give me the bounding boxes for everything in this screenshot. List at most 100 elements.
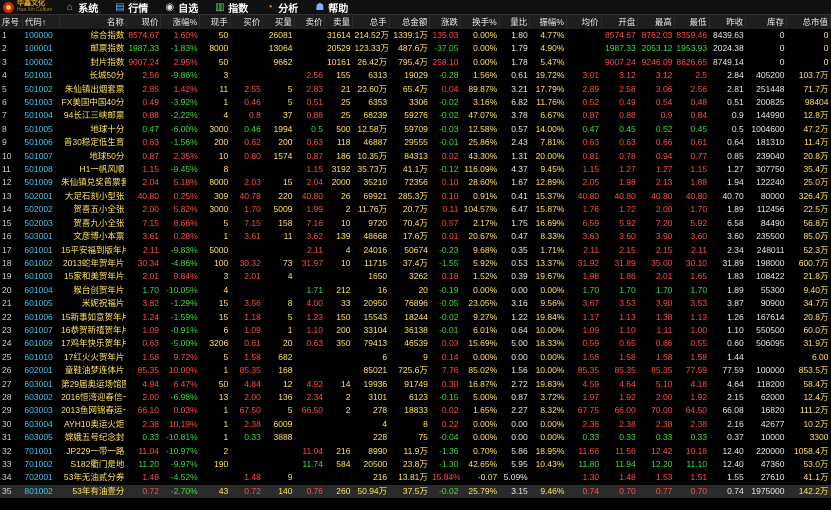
table-row[interactable]: 1 100000 综合指数 8574.67 1.60% 50 26081 31614 214.5… <box>0 29 831 42</box>
column-header[interactable]: 涨跌 <box>429 15 461 29</box>
column-header[interactable]: 开盘 <box>601 15 639 29</box>
table-row[interactable]: 12 501009 朱仙镇兑奖普票套 2.04 5.18% 8000 2.03 15 2.04 2… <box>0 176 831 189</box>
table-row[interactable]: 18 601002 2013蛇年贺年片 30.34 -4.86% 100 30.32 73 31… <box>0 257 831 270</box>
column-header[interactable]: 最高 <box>637 15 675 29</box>
column-header[interactable]: 买量 <box>262 15 295 29</box>
table-cell: 6 <box>223 324 229 335</box>
table-row[interactable]: 20 601004 猴台创贺年片 1.70 -10.05% 4 1.71 212 16 20 -0.… <box>0 284 831 297</box>
table-row[interactable]: 13 502001 大足石刻小型张 40.80 0.25% 309 40.78 220 40.8… <box>0 190 831 203</box>
table-row[interactable]: 19 601003 15家和美贺年片 2.01 9.84% 3 2.01 4 1650 3262 0… <box>0 270 831 283</box>
column-header[interactable]: 代码↑ <box>22 15 60 29</box>
menu-index[interactable]: ▥ 指数 <box>206 0 256 15</box>
table-row[interactable]: 29 603003 2013鱼网锦春运卡 66.10 0.03% 1 67.50 5 66.50… <box>0 404 831 417</box>
table-row[interactable]: 27 603001 第29届奥运场馆图 4.94 6.47% 50 4.84 12 4.92 14… <box>0 378 831 391</box>
table-cell: 1987.33 <box>605 43 636 54</box>
table-cell: 3.60 <box>727 231 744 242</box>
menu-analysis[interactable]: ◔ 分析 <box>256 0 306 15</box>
menu-system[interactable]: ⌂ 系统 <box>56 0 106 15</box>
table-cell: 42.65% <box>468 459 498 469</box>
table-row[interactable]: 14 502002 贺喜五小全张 2.00 5.82% 3000 1.70 5009 1.99 2… <box>0 203 831 216</box>
table-cell: 89.87% <box>468 83 498 94</box>
table-cell: 1058.4万 <box>794 445 829 456</box>
table-row[interactable]: 30 603004 AYH10奥运火炬 2.38 10.19% 1 2.38 6009 4 8 0.… <box>0 418 831 431</box>
table-row[interactable]: 3 100002 封片指数 9007.24 2.95% 50 9662 10161 26.42万… <box>0 56 831 69</box>
table-cell: 2.15 <box>655 244 673 255</box>
table-row[interactable]: 32 701001 JP229一带一路 11.04 -10.97% 2 11.04 216 89… <box>0 445 831 458</box>
table-row[interactable]: 21 601005 米妮祝福片 3.82 -1.29% 15 3.56 8 4.00 33 2095… <box>0 297 831 310</box>
table-row[interactable]: 26 602001 童鞋油梦连体片 85.35 10.00% 1 85.35 168 85021… <box>0 364 831 377</box>
column-header[interactable]: 总金额 <box>389 15 431 29</box>
column-header[interactable]: 昨收 <box>709 15 747 29</box>
column-header[interactable]: 量比 <box>499 15 531 29</box>
table-cell: 25 <box>341 110 351 121</box>
column-header[interactable]: 换手% <box>460 15 500 29</box>
table-cell: 0.41 <box>511 190 528 201</box>
table-cell: 4 <box>223 284 229 295</box>
table-cell: 603004 <box>24 418 53 429</box>
menu-help[interactable]: ☗ 帮助 <box>306 0 356 15</box>
table-row[interactable]: 22 601006 15新事如意贺年片 1.24 -1.59% 15 1.18 5 1.23 15… <box>0 311 831 324</box>
table-cell: 2024.38 <box>712 43 744 54</box>
column-header[interactable]: 库存 <box>745 15 787 29</box>
table-row[interactable]: 2 100001 邮票指数 1987.33 -1.83% 8000 13064 20529 12… <box>0 42 831 55</box>
table-cell <box>294 56 325 69</box>
table-row[interactable]: 5 501002 朱仙镇出烟套票 2.85 1.42% 11 2.55 5 2.83 21 22.6… <box>0 83 831 96</box>
table-row[interactable]: 15 502003 贺喜九小全张 7.15 8.66% 5 7.15 158 7.16 10 972… <box>0 217 831 230</box>
table-cell: 3 <box>2 56 7 67</box>
table-cell: 5.86 <box>511 445 528 456</box>
table-cell: 26.42万 <box>357 56 388 67</box>
column-header[interactable]: 总市值 <box>786 15 831 29</box>
column-header[interactable]: 总手 <box>352 15 390 29</box>
table-cell: -0.02 <box>439 311 459 322</box>
table-row[interactable]: 25 601010 17红火火贺年片 1.58 9.72% 5 1.58 682 6 9 0.14 0… <box>0 351 831 364</box>
table-cell <box>325 431 353 444</box>
table-row[interactable]: 10 501007 地球50分 0.87 2.35% 10 0.80 1574 0.87 186 1… <box>0 150 831 163</box>
menu-market[interactable]: ▤ 行情 <box>106 0 156 15</box>
menu-favorites[interactable]: ◉ 自选 <box>156 0 206 15</box>
table-cell: 1574 <box>273 150 293 161</box>
table-cell: 18244 <box>404 311 428 322</box>
table-row[interactable]: 6 501003 FX美国中国40分 0.49 -3.92% 1 0.46 5 0.51 25 63… <box>0 96 831 109</box>
table-row[interactable]: 28 603002 2016恒湾迎春信卡 2.00 -6.98% 13 2.00 136 2.3… <box>0 391 831 404</box>
column-header[interactable]: 买价 <box>230 15 264 29</box>
table-cell: 17鸡年快乐贺年片 <box>61 338 127 349</box>
table-cell: 2.38 <box>619 418 636 429</box>
table-row[interactable]: 9 501006 普30稳定低生育 0.63 -1.56% 200 0.62 200 0.63 1… <box>0 136 831 149</box>
analysis-icon: ◔ <box>266 1 273 13</box>
table-cell: 25.0万 <box>803 177 829 188</box>
table-cell: 94长江三峡邮票 <box>63 110 125 121</box>
table-row[interactable]: 31 603005 嫦娥五号纪念封 0.33 -10.81% 1 0.33 3888 228 75… <box>0 431 831 444</box>
column-header[interactable]: 均价 <box>566 15 602 29</box>
column-header[interactable]: 现价 <box>126 15 162 29</box>
table-cell: 85.35 <box>137 365 159 376</box>
table-cell: 0.51 <box>306 97 323 108</box>
table-cell: 3.78 <box>511 110 528 121</box>
table-row[interactable]: 17 601001 15平安福到版年片 2.11 -9.83% 5000 2.11 4 2401… <box>0 244 831 257</box>
table-cell <box>294 431 325 444</box>
table-row[interactable]: 8 501005 地球十分 0.47 -6.00% 3000 0.46 1994 0.5 500 1… <box>0 123 831 136</box>
column-header[interactable]: 振幅% <box>529 15 567 29</box>
column-header[interactable]: 现手 <box>199 15 231 29</box>
table-row[interactable]: 23 601007 16恭贺新禧贺年片 1.09 -0.91% 6 1.09 1 1.10 200… <box>0 324 831 337</box>
app-logo: 华鑫文化 Hua Xin Culture <box>0 0 56 14</box>
table-cell: 0.62 <box>244 137 261 148</box>
table-row[interactable]: 33 701002 S182衢门是地 11.20 -9.97% 190 11.74 584 20… <box>0 458 831 471</box>
table-cell: 1.31 <box>511 150 528 161</box>
table-cell: 4.92 <box>306 378 323 389</box>
column-header[interactable]: 涨幅% <box>160 15 201 29</box>
table-cell: 19029 <box>404 70 428 81</box>
table-cell <box>263 284 295 297</box>
menu-market-label: 行情 <box>128 3 149 15</box>
column-header[interactable]: 卖价 <box>294 15 326 29</box>
column-header[interactable]: 名称 <box>59 15 127 29</box>
column-header[interactable]: 最低 <box>674 15 710 29</box>
table-row[interactable]: 7 501004 94长江三峡邮票 0.88 -2.22% 4 0.8 37 0.88 25 682… <box>0 109 831 122</box>
column-header[interactable]: 卖量 <box>324 15 353 29</box>
table-row[interactable]: 16 503001 文彦博小本票 3.61 0.28% 1 3.61 11 3.62 139 486… <box>0 230 831 243</box>
table-row[interactable]: 4 501001 长城50分 2.56 -9.86% 3 2.56 155 6313 19029-… <box>0 69 831 82</box>
table-row[interactable]: 24 601009 17鸡年快乐贺年片 0.63 -5.00% 3206 0.61 20 0.6… <box>0 337 831 350</box>
table-row[interactable]: 11 501008 H1一帆风顺 1.15 -9.45% 8 1.15 3192 35.73万 4… <box>0 163 831 176</box>
column-header[interactable]: 序号 <box>0 15 23 29</box>
table-row[interactable]: 35 801002 53年有油壹分 0.72 -2.70% 43 0.72 140 0.76 26… <box>0 484 831 499</box>
table-row[interactable]: 34 702001 53年无油贰分券 1.48 -4.52% 1.48 9 216 13.81万… <box>0 471 831 484</box>
